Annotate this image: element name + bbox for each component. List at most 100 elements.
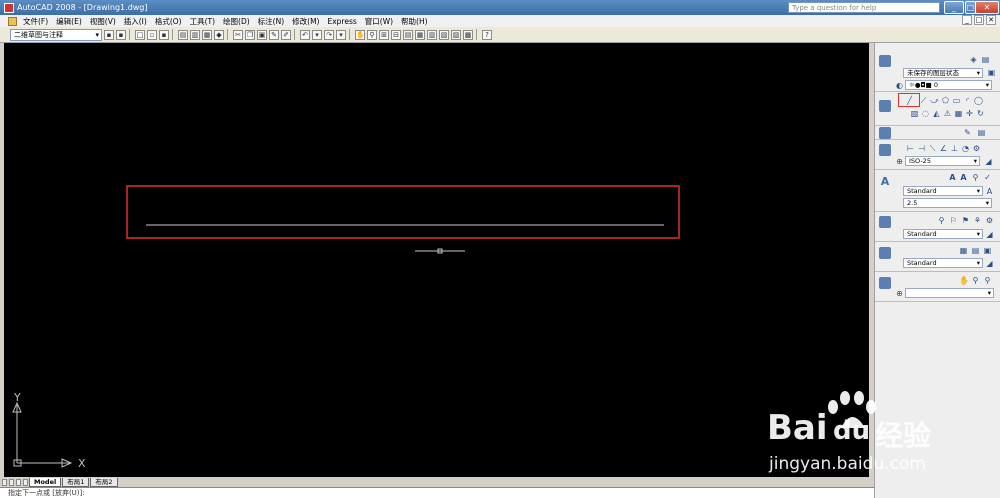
2d-draw-panel-icon[interactable]: [879, 100, 891, 112]
workspace-settings-icon[interactable]: ▪: [104, 29, 114, 40]
undo-dropdown-icon[interactable]: ▾: [312, 29, 322, 40]
pan-realtime-icon[interactable]: ✋: [959, 276, 969, 285]
properties-palette-icon[interactable]: ▤: [977, 128, 986, 137]
text-style-manager-icon[interactable]: A: [985, 187, 994, 196]
dimension-style-icon[interactable]: ⚙: [972, 144, 981, 153]
command-line[interactable]: 指定下一点或 [放弃(U)]:: [0, 487, 874, 498]
array-icon[interactable]: ▦: [954, 109, 963, 118]
object-properties-panel-icon[interactable]: [879, 127, 891, 139]
tool-palettes-icon[interactable]: ▥: [427, 29, 437, 40]
aligned-dimension-icon[interactable]: ⟍: [928, 144, 937, 153]
autocad-app-icon[interactable]: [4, 2, 14, 13]
table-style-dropdown[interactable]: Standard: [903, 258, 983, 268]
layer-properties-icon[interactable]: ▤: [981, 55, 990, 64]
ordinate-dimension-icon[interactable]: ⊥: [950, 144, 959, 153]
find-text-icon[interactable]: ⚲: [971, 173, 980, 182]
copy-icon[interactable]: ❐: [245, 29, 255, 40]
add-leader-icon[interactable]: ⚐: [949, 216, 958, 225]
insert-table-icon[interactable]: ▦: [959, 246, 968, 255]
menu-format[interactable]: 格式(O): [155, 16, 182, 27]
menu-modify[interactable]: 修改(M): [292, 16, 319, 27]
layer-state-dropdown[interactable]: 未保存的图层状态: [903, 68, 983, 78]
minimize-button[interactable]: _: [944, 1, 964, 14]
markup-icon[interactable]: ▨: [451, 29, 461, 40]
tab-nav-first[interactable]: [2, 478, 7, 486]
polyline-icon[interactable]: ⤻: [930, 96, 939, 105]
zoom-extents-icon[interactable]: ⚲: [983, 276, 992, 285]
menu-file[interactable]: 文件(F): [23, 16, 48, 27]
revision-cloud-icon[interactable]: ◭: [932, 109, 941, 118]
undo-icon[interactable]: ↶: [300, 29, 310, 40]
layer-state-restore-icon[interactable]: ▣: [987, 68, 996, 77]
document-icon[interactable]: [8, 16, 17, 26]
tab-layout1[interactable]: 布局1: [62, 477, 90, 487]
menu-dimension[interactable]: 标注(N): [258, 16, 284, 27]
radius-dimension-icon[interactable]: ◔: [961, 144, 970, 153]
doc-minimize-button[interactable]: _: [962, 15, 972, 25]
linear-dimension-icon[interactable]: ⊢: [906, 144, 915, 153]
layers-panel-icon[interactable]: [879, 55, 891, 67]
design-center-icon[interactable]: ▦: [415, 29, 425, 40]
polygon-icon[interactable]: ⬠: [941, 96, 950, 105]
help-search-input[interactable]: Type a question for help: [788, 2, 940, 13]
publish-icon[interactable]: ▦: [202, 29, 212, 40]
construction-line-icon[interactable]: ⟋: [919, 96, 928, 105]
help-icon[interactable]: ?: [482, 29, 492, 40]
redo-dropdown-icon[interactable]: ▾: [336, 29, 346, 40]
open-file-icon[interactable]: ▫: [147, 29, 157, 40]
layer-previous-icon[interactable]: ◐: [895, 81, 904, 90]
zoom-window-icon[interactable]: ⊞: [379, 29, 389, 40]
pan-icon[interactable]: ✋: [355, 29, 365, 40]
table-link-icon[interactable]: ▤: [971, 246, 980, 255]
arc-icon[interactable]: ◜: [963, 96, 972, 105]
doc-restore-button[interactable]: □: [974, 15, 984, 25]
tab-nav-last[interactable]: [23, 478, 28, 486]
new-file-icon[interactable]: □: [135, 29, 145, 40]
tab-model[interactable]: Model: [29, 477, 62, 487]
redo-icon[interactable]: ↷: [324, 29, 334, 40]
workspace-dropdown[interactable]: 二维草图与注释: [10, 28, 102, 41]
menu-express[interactable]: Express: [327, 17, 356, 26]
table-style-manager-icon[interactable]: ◢: [985, 259, 994, 268]
move-icon[interactable]: ✛: [965, 109, 974, 118]
spell-check-icon[interactable]: ✓: [983, 173, 992, 182]
table-update-icon[interactable]: ▣: [983, 246, 992, 255]
match-properties-icon[interactable]: ✎: [269, 29, 279, 40]
drawing-area[interactable]: Y X: [4, 43, 869, 477]
single-line-text-icon[interactable]: A: [959, 173, 968, 182]
match-properties-panel-icon[interactable]: ✎: [963, 128, 972, 137]
tab-nav-next[interactable]: [16, 478, 21, 486]
menu-view[interactable]: 视图(V): [90, 16, 116, 27]
view-dropdown[interactable]: [905, 288, 994, 298]
menu-edit[interactable]: 编辑(E): [56, 16, 82, 27]
block-editor-icon[interactable]: ✐: [281, 29, 291, 40]
print-preview-icon[interactable]: ▥: [190, 29, 200, 40]
layer-dropdown[interactable]: ☼●◘■ 0: [905, 80, 992, 90]
menu-tools[interactable]: 工具(T): [190, 16, 215, 27]
calculator-icon[interactable]: ▩: [463, 29, 473, 40]
rotate-icon[interactable]: ↻: [976, 109, 985, 118]
doc-close-button[interactable]: ✕: [986, 15, 996, 25]
rectangle-icon[interactable]: ▭: [952, 96, 961, 105]
close-button[interactable]: ✕: [975, 1, 999, 14]
continue-dimension-icon[interactable]: ⊣: [917, 144, 926, 153]
circle-icon[interactable]: ◯: [974, 96, 983, 105]
hatch-icon[interactable]: ▨: [910, 109, 919, 118]
zoom-realtime-icon[interactable]: ⚲: [367, 29, 377, 40]
menu-draw[interactable]: 绘图(D): [223, 16, 250, 27]
mirror-icon[interactable]: ⚠: [943, 109, 952, 118]
multileader-style-dropdown[interactable]: Standard: [903, 229, 983, 239]
text-height-dropdown[interactable]: 2.5: [903, 198, 992, 208]
menu-help[interactable]: 帮助(H): [401, 16, 428, 27]
align-leader-icon[interactable]: ⚘: [973, 216, 982, 225]
dimensions-panel-icon[interactable]: [879, 144, 891, 156]
3d-dwf-icon[interactable]: ◆: [214, 29, 224, 40]
menu-insert[interactable]: 插入(I): [124, 16, 147, 27]
zoom-realtime-panel-icon[interactable]: ⚲: [971, 276, 980, 285]
tab-nav-prev[interactable]: [9, 478, 14, 486]
sheet-set-icon[interactable]: ▧: [439, 29, 449, 40]
line-tool-icon[interactable]: ╱: [905, 96, 914, 105]
dim-style-manager-icon[interactable]: ◢: [984, 157, 993, 166]
region-icon[interactable]: ◌: [921, 109, 930, 118]
print-icon[interactable]: ▤: [178, 29, 188, 40]
